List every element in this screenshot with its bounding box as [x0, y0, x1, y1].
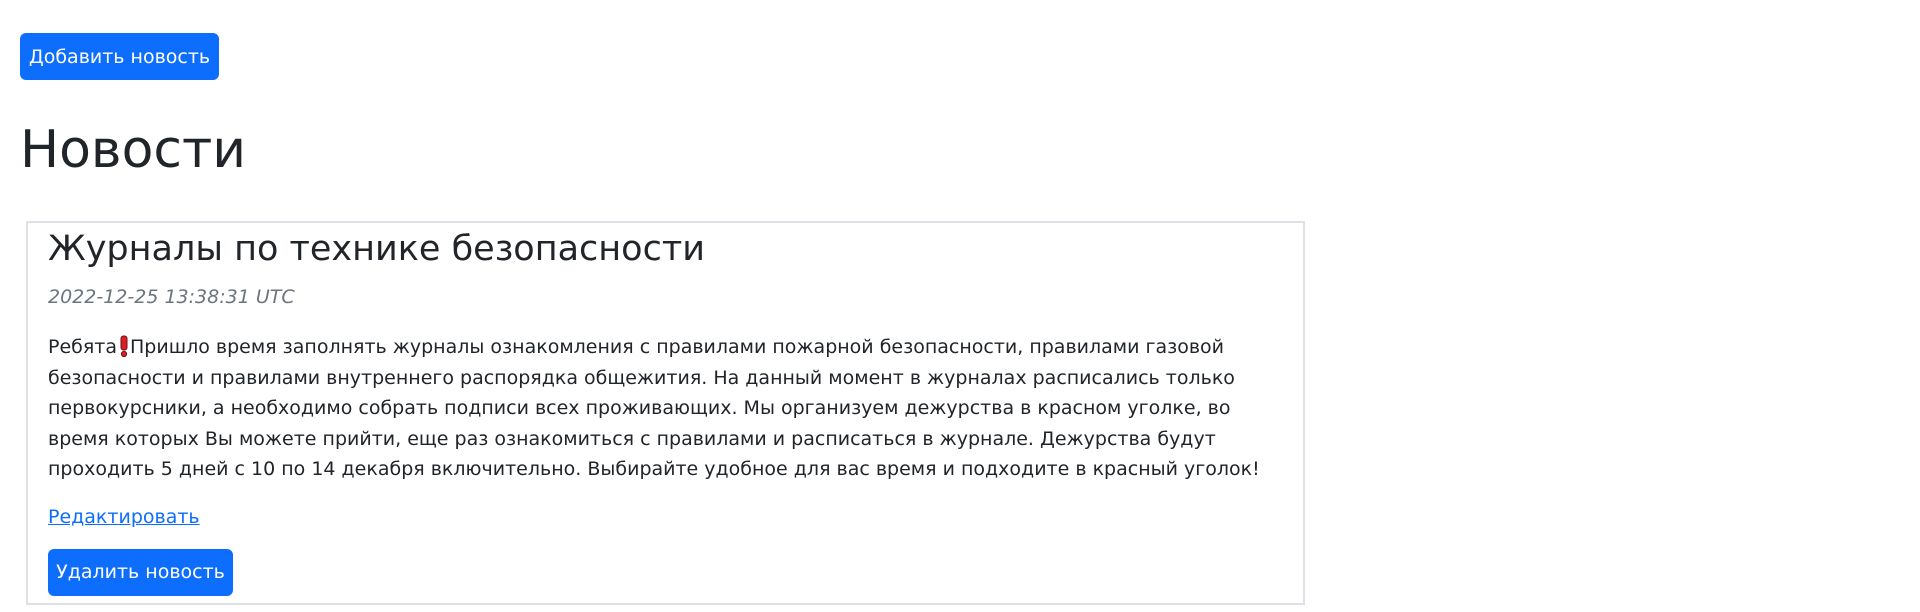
page: Добавить новость Новости Журналы по техн…: [0, 0, 1920, 612]
news-date: 2022-12-25 13:38:31 UTC: [48, 286, 295, 308]
add-news-button[interactable]: Добавить новость: [20, 33, 219, 80]
news-body-prefix: Ребята: [48, 336, 118, 358]
news-body: Ребята Пришло время заполнять журналы озн…: [48, 332, 1288, 485]
exclamation-icon: [119, 335, 129, 358]
delete-news-button[interactable]: Удалить новость: [48, 548, 233, 596]
news-body-text: Пришло время заполнять журналы ознакомле…: [48, 336, 1260, 480]
news-title: Журналы по технике безопасности: [48, 229, 705, 269]
edit-news-link[interactable]: Редактировать: [48, 504, 200, 530]
page-title: Новости: [20, 120, 247, 180]
news-card: Журналы по технике безопасности 2022-12-…: [26, 221, 1305, 605]
